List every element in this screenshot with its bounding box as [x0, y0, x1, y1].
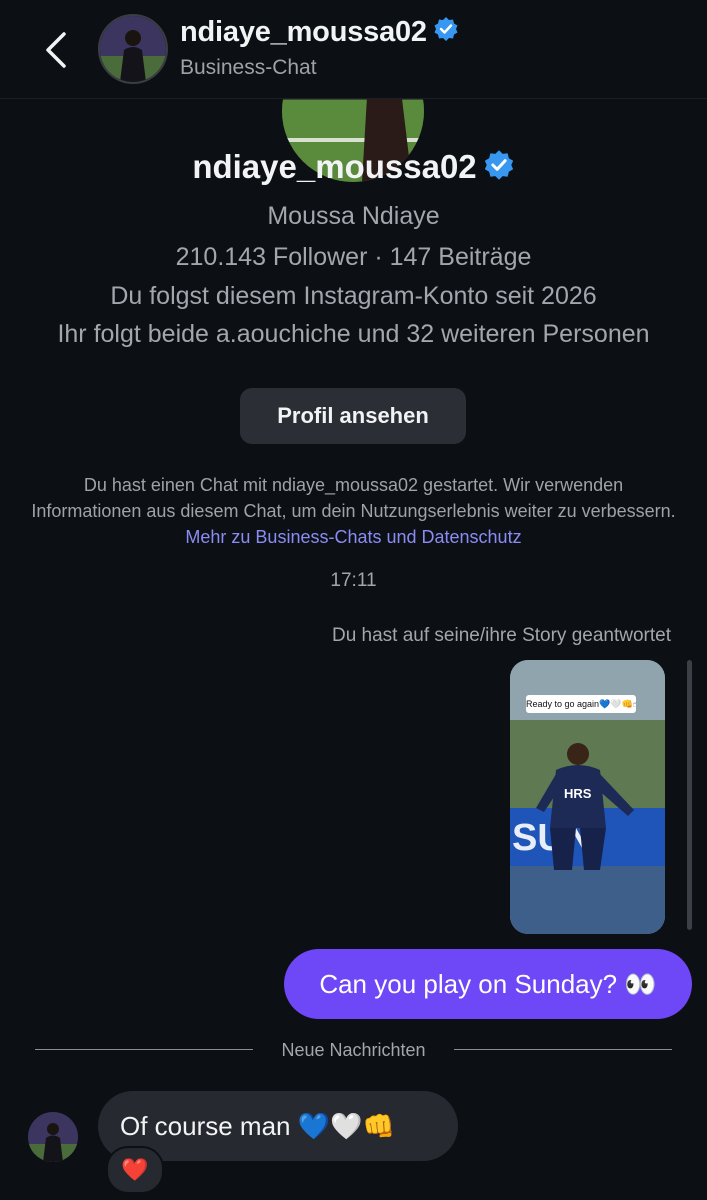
header-username[interactable]: ndiaye_moussa02	[180, 16, 459, 50]
profile-username-text: ndiaye_moussa02	[192, 148, 477, 185]
back-button[interactable]	[38, 28, 78, 72]
heart-reaction-icon[interactable]: ❤️	[106, 1146, 164, 1194]
follow-since: Du folgst diesem Instagram-Konto seit 20…	[110, 282, 597, 310]
jersey-text: HRS	[564, 786, 592, 801]
scrollbar[interactable]	[687, 660, 692, 930]
header-avatar[interactable]	[98, 14, 168, 84]
view-profile-button[interactable]: Profil ansehen	[240, 388, 466, 444]
privacy-link[interactable]: Mehr zu Business-Chats und Datenschutz	[185, 527, 521, 547]
story-preview[interactable]: SUN Ready to go again💙🤍👊☝ HRS	[510, 660, 665, 934]
story-reply-note: Du hast auf seine/ihre Story geantwortet	[331, 625, 671, 646]
profile-stats: 210.143 Follower · 147 Beiträge	[175, 243, 532, 271]
profile-full-name: Moussa Ndiaye	[267, 202, 440, 230]
business-chat-notice: Du hast einen Chat mit ndiaye_moussa02 g…	[30, 472, 677, 550]
story-caption: Ready to go again💙🤍👊☝	[526, 695, 636, 713]
new-messages-divider: Neue Nachrichten	[281, 1040, 426, 1060]
chat-header: ndiaye_moussa02 Business-Chat	[0, 0, 707, 99]
header-subtitle: Business-Chat	[180, 56, 317, 79]
message-timestamp: 17:11	[330, 570, 377, 591]
chevron-left-icon	[46, 32, 66, 68]
verified-badge-icon	[433, 16, 459, 50]
notice-text: Du hast einen Chat mit ndiaye_moussa02 g…	[31, 475, 676, 521]
sender-avatar[interactable]	[28, 1112, 78, 1162]
verified-badge-icon	[483, 149, 515, 189]
outgoing-message-bubble[interactable]: Can you play on Sunday? 👀	[284, 949, 692, 1019]
header-username-text: ndiaye_moussa02	[180, 16, 427, 48]
mutual-followers: Ihr folgt beide a.aouchiche und 32 weite…	[57, 320, 650, 348]
profile-username: ndiaye_moussa02	[0, 148, 707, 189]
